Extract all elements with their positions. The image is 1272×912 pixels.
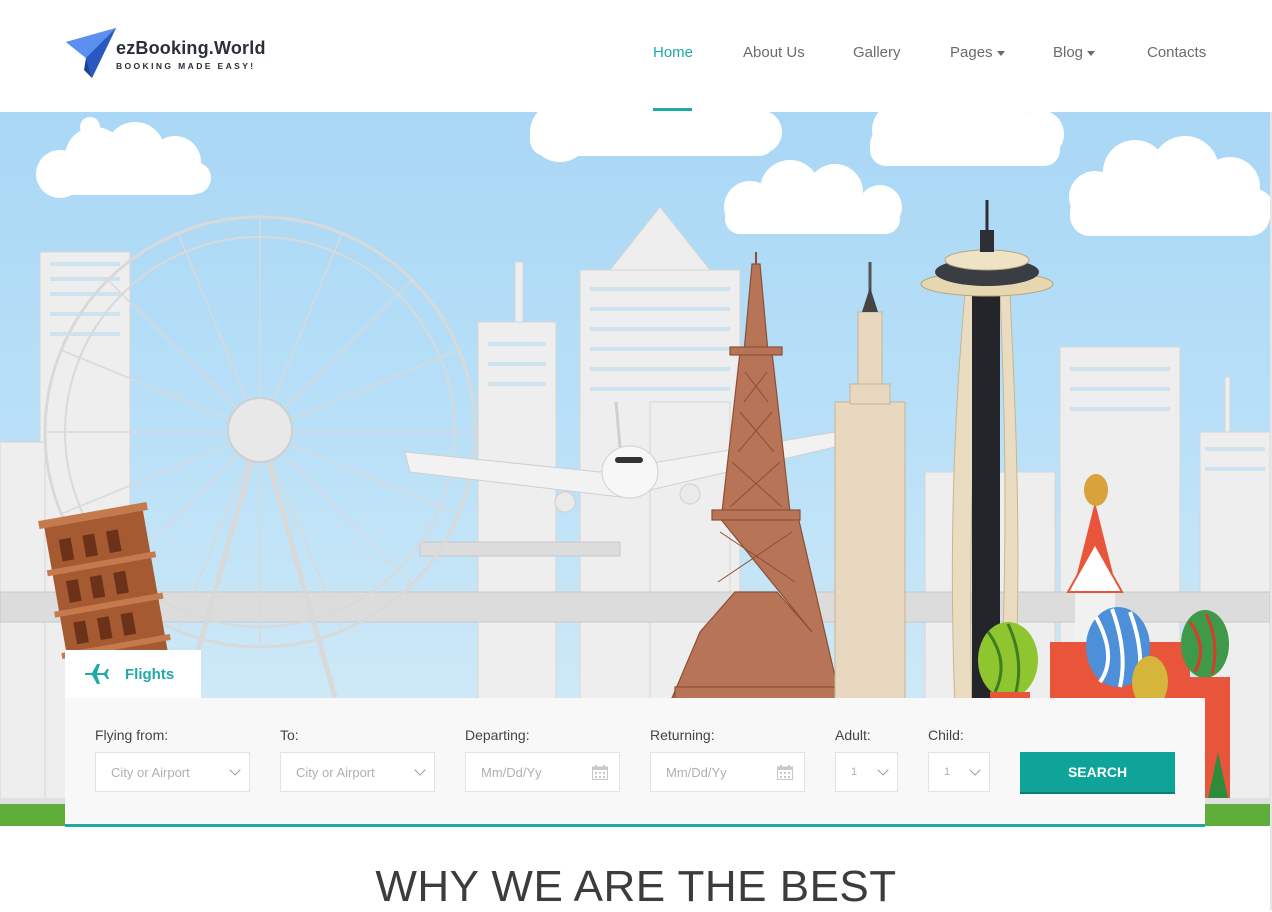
nav-contacts[interactable]: Contacts bbox=[1147, 44, 1206, 61]
caret-down-icon bbox=[996, 50, 1005, 56]
chevron-down-icon bbox=[414, 764, 426, 776]
search-button[interactable]: SEARCH bbox=[1020, 752, 1175, 794]
tab-flights-label: Flights bbox=[125, 666, 175, 683]
section-title: WHY WE ARE THE BEST bbox=[375, 862, 897, 911]
child-value: 1 bbox=[944, 766, 951, 778]
nav-about-us[interactable]: About Us bbox=[743, 44, 805, 61]
chevron-down-icon bbox=[877, 764, 889, 776]
to-placeholder: City or Airport bbox=[296, 765, 375, 780]
adult-select[interactable]: 1 bbox=[835, 752, 898, 792]
logo-tagline: BOOKING MADE EASY! bbox=[116, 61, 256, 71]
from-placeholder: City or Airport bbox=[111, 765, 190, 780]
to-select[interactable]: City or Airport bbox=[280, 752, 435, 792]
nav-blog[interactable]: Blog bbox=[1053, 44, 1096, 61]
child-select[interactable]: 1 bbox=[928, 752, 990, 792]
departing-date-input[interactable]: Mm/Dd/Yy bbox=[465, 752, 620, 792]
nav-home[interactable]: Home bbox=[653, 44, 693, 61]
caret-down-icon bbox=[1087, 50, 1096, 56]
chevron-down-icon bbox=[229, 764, 241, 776]
nav-active-indicator bbox=[653, 108, 692, 111]
departing-label: Departing: bbox=[465, 727, 530, 743]
returning-label: Returning: bbox=[650, 727, 715, 743]
nav-gallery[interactable]: Gallery bbox=[853, 44, 901, 61]
airplane-icon bbox=[85, 664, 109, 684]
returning-placeholder: Mm/Dd/Yy bbox=[666, 765, 727, 780]
nav-pages[interactable]: Pages bbox=[950, 44, 1005, 61]
from-select[interactable]: City or Airport bbox=[95, 752, 250, 792]
nav-pages-label: Pages bbox=[950, 44, 993, 61]
returning-date-input[interactable]: Mm/Dd/Yy bbox=[650, 752, 805, 792]
calendar-icon bbox=[592, 765, 608, 780]
paper-plane-logo-icon bbox=[66, 28, 116, 78]
tab-flights[interactable]: Flights bbox=[65, 650, 201, 698]
adult-value: 1 bbox=[851, 766, 858, 778]
child-label: Child: bbox=[928, 727, 964, 743]
flight-search-form: Flying from: City or Airport To: City or… bbox=[65, 698, 1205, 827]
from-label: Flying from: bbox=[95, 727, 169, 743]
calendar-icon bbox=[777, 765, 793, 780]
site-header: ezBooking.World BOOKING MADE EASY! Home … bbox=[0, 0, 1272, 112]
site-logo[interactable]: ezBooking.World BOOKING MADE EASY! bbox=[64, 28, 274, 80]
departing-placeholder: Mm/Dd/Yy bbox=[481, 765, 542, 780]
nav-blog-label: Blog bbox=[1053, 44, 1084, 61]
to-label: To: bbox=[280, 727, 299, 743]
chevron-down-icon bbox=[969, 764, 981, 776]
logo-name: ezBooking.World bbox=[116, 38, 266, 58]
adult-label: Adult: bbox=[835, 727, 871, 743]
